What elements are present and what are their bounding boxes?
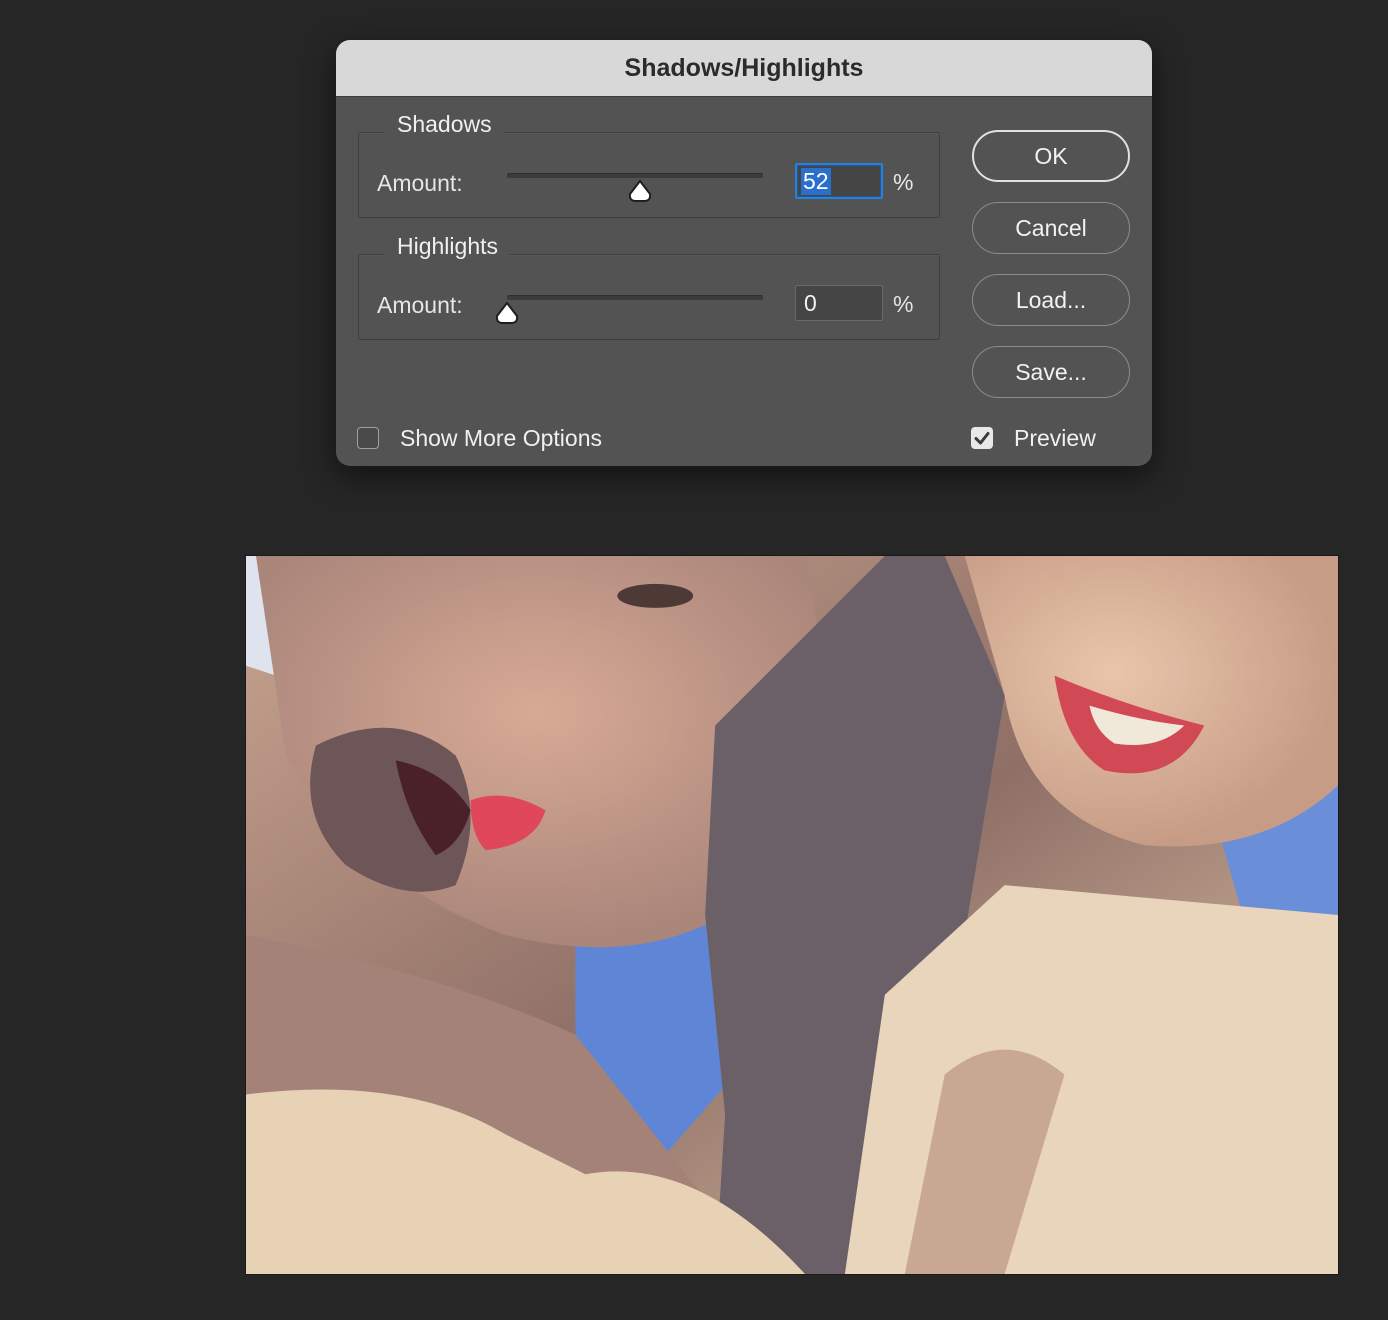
show-more-options-label[interactable]: Show More Options	[400, 425, 602, 452]
highlights-amount-value: 0	[804, 290, 817, 316]
preview-label[interactable]: Preview	[1014, 425, 1096, 452]
shadows-highlights-dialog: Shadows/Highlights Shadows Amount: 52 % …	[336, 40, 1152, 466]
highlights-amount-input[interactable]: 0	[795, 285, 883, 321]
highlights-group: Highlights Amount: 0 %	[358, 233, 940, 340]
dialog-title: Shadows/Highlights	[336, 40, 1152, 97]
shadows-group: Shadows Amount: 52 %	[358, 111, 940, 218]
shadows-percent-sign: %	[893, 169, 914, 195]
shadows-amount-label: Amount:	[377, 170, 463, 196]
highlights-slider-thumb[interactable]	[494, 300, 520, 326]
preview-checkbox[interactable]	[971, 427, 993, 449]
ok-button[interactable]: OK	[972, 130, 1130, 182]
shadows-slider-thumb[interactable]	[627, 178, 653, 204]
load-button[interactable]: Load...	[972, 274, 1130, 326]
shadows-group-label: Shadows	[385, 111, 504, 138]
highlights-amount-slider[interactable]	[495, 295, 763, 324]
cancel-button[interactable]: Cancel	[972, 202, 1130, 254]
highlights-percent-sign: %	[893, 291, 914, 317]
shadows-amount-slider[interactable]	[507, 173, 763, 202]
checkmark-icon	[974, 432, 990, 445]
shadows-amount-input[interactable]: 52	[795, 163, 883, 199]
document-photo	[245, 555, 1339, 1275]
highlights-amount-label: Amount:	[377, 292, 463, 318]
save-button[interactable]: Save...	[972, 346, 1130, 398]
show-more-options-checkbox[interactable]	[357, 427, 379, 449]
shadows-amount-value: 52	[801, 168, 831, 195]
highlights-group-label: Highlights	[385, 233, 510, 260]
